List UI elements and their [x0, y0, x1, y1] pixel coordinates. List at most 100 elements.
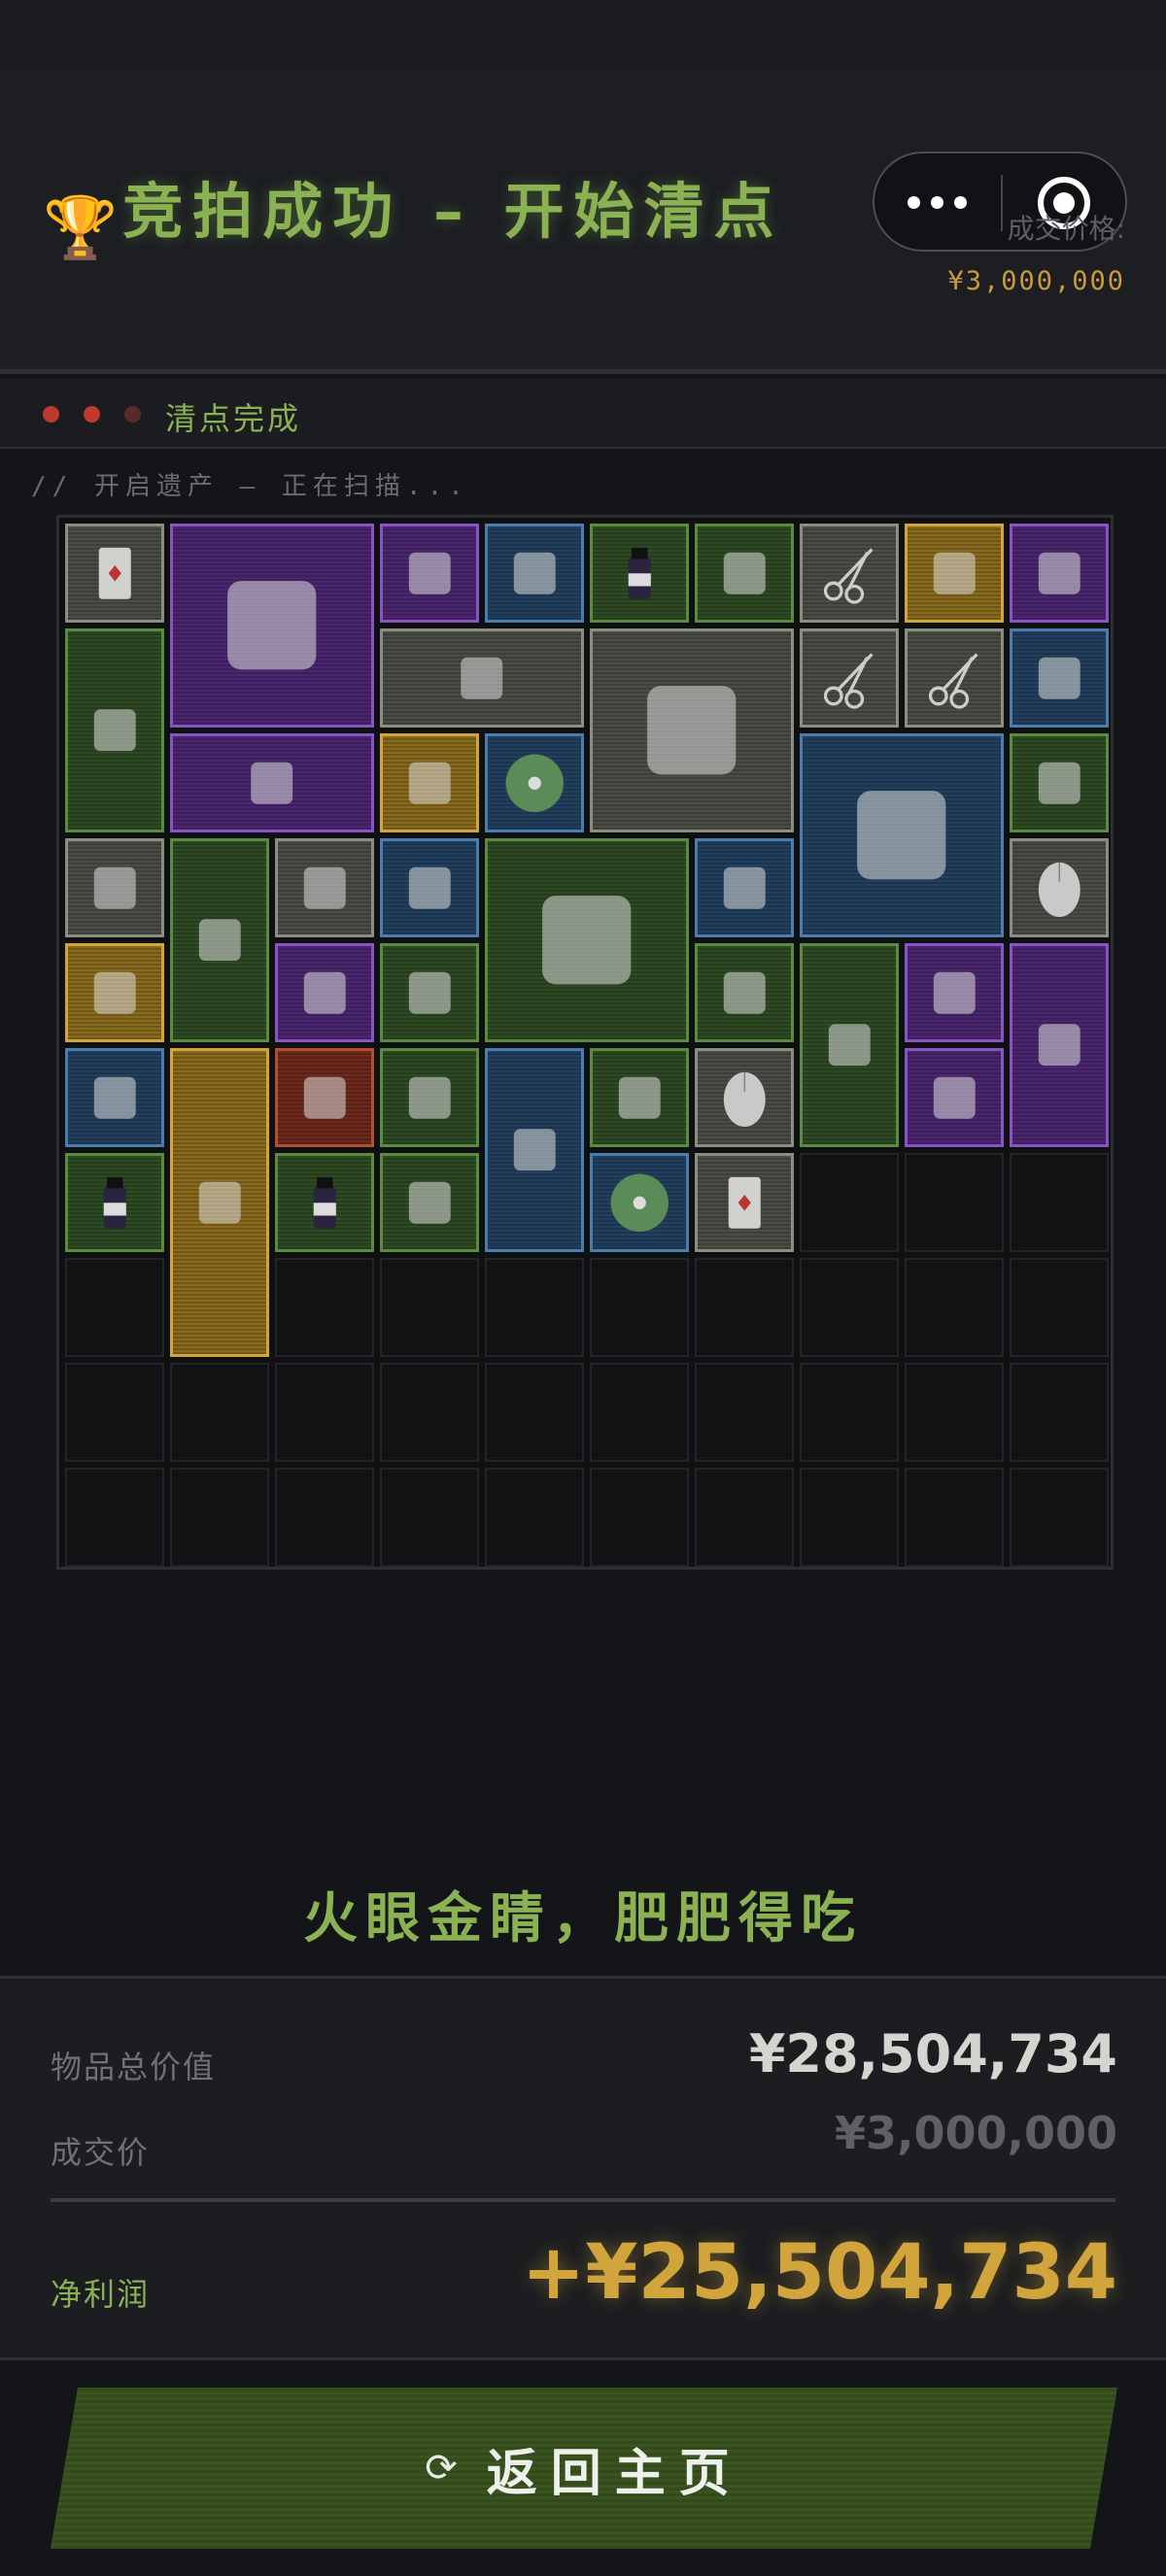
summary-divider — [51, 2198, 1115, 2202]
grid-cell — [1010, 1468, 1109, 1567]
item-scissors[interactable] — [905, 628, 1004, 728]
soda-can-icon — [93, 1076, 136, 1119]
item-power-bank[interactable] — [380, 838, 479, 937]
item-snack-bar[interactable] — [905, 1048, 1004, 1147]
item-wrench[interactable] — [380, 1153, 479, 1252]
item-computer-mouse[interactable] — [695, 1048, 794, 1147]
item-candle-box[interactable] — [590, 628, 794, 832]
grid-cell — [380, 1363, 479, 1462]
item-earrings[interactable] — [275, 943, 374, 1042]
total-value-label: 物品总价值 — [51, 2049, 217, 2085]
grid-cell — [275, 1468, 374, 1567]
earrings-icon — [303, 971, 346, 1014]
item-usb-drive[interactable] — [485, 524, 584, 623]
chip-card-icon — [933, 971, 976, 1014]
grid-cell — [800, 1153, 899, 1252]
deal-price-label: 成交价格: — [1007, 213, 1125, 245]
status-dot — [43, 406, 59, 423]
item-vr-part[interactable] — [380, 733, 479, 832]
medicine-bottle-icon — [313, 1176, 336, 1229]
silver-coin-icon — [93, 971, 136, 1014]
return-home-button[interactable]: ⟳ 返回主页 — [51, 2388, 1117, 2549]
wrench-icon — [408, 1181, 451, 1224]
item-hammer[interactable] — [380, 628, 584, 728]
item-battery-pack[interactable] — [695, 524, 794, 623]
magazine-icon — [542, 896, 632, 985]
snack-bar-icon — [933, 1076, 976, 1119]
grid-cell — [65, 1468, 164, 1567]
grid-cell — [380, 1468, 479, 1567]
item-horn-necklace[interactable] — [170, 733, 374, 832]
item-spirit-level[interactable] — [800, 943, 899, 1147]
item-crystal-ball[interactable] — [275, 1048, 374, 1147]
scan-status-text: // 开启遗产 – 正在扫描... — [31, 472, 469, 501]
item-folding-knife[interactable] — [380, 524, 479, 623]
item-scissors[interactable] — [800, 628, 899, 728]
header: 🏆 竞拍成功 – 开始清点 成交价格: ¥3,000,000 — [0, 0, 1166, 374]
item-medicine-bottle[interactable] — [65, 1153, 164, 1252]
page-title: 竞拍成功 – 开始清点 — [122, 176, 784, 247]
grid-cell — [590, 1363, 689, 1462]
item-lantern[interactable] — [1010, 943, 1109, 1147]
item-lighter[interactable] — [695, 943, 794, 1042]
horn-necklace-icon — [251, 762, 293, 804]
grid-cell — [905, 1468, 1004, 1567]
usb-drive-icon — [513, 552, 556, 594]
hammer-icon — [461, 657, 503, 699]
grid-cell — [905, 1153, 1004, 1252]
item-protein-bar[interactable] — [1010, 733, 1109, 832]
medicine-bottle-icon — [103, 1176, 126, 1229]
folding-knife-icon — [408, 552, 451, 594]
item-medicine-bottle[interactable] — [275, 1153, 374, 1252]
item-match-box[interactable] — [695, 838, 794, 937]
item-cloth[interactable] — [275, 838, 374, 937]
item-glass-tube[interactable] — [170, 1048, 269, 1357]
item-leather-wallet[interactable] — [170, 838, 269, 1042]
item-motherboard[interactable] — [170, 524, 374, 728]
glass-tube-icon — [198, 1181, 241, 1224]
gas-cylinder-icon — [857, 791, 946, 880]
item-soda-can[interactable] — [65, 1048, 164, 1147]
grid-cell — [800, 1258, 899, 1357]
ornate-dagger-icon — [1038, 552, 1080, 594]
medicine-bottle-icon — [628, 547, 651, 599]
battery-pack-icon — [723, 552, 766, 594]
grid-cell — [590, 1258, 689, 1357]
item-gas-cylinder[interactable] — [800, 733, 1004, 937]
item-cd-disc[interactable] — [590, 1153, 689, 1252]
item-stethoscope[interactable] — [485, 1048, 584, 1252]
9v-battery-icon — [408, 1076, 451, 1119]
grid-cell — [275, 1258, 374, 1357]
grid-cell — [65, 1363, 164, 1462]
computer-mouse-icon — [723, 1071, 766, 1127]
djembe-drum-icon — [93, 709, 136, 752]
vr-part-icon — [408, 762, 451, 804]
item-rolled-map[interactable] — [590, 1048, 689, 1147]
status-dot — [124, 406, 141, 423]
item-djembe-drum[interactable] — [65, 628, 164, 832]
deal-price-label: 成交价 — [51, 2134, 151, 2171]
item-playing-card[interactable] — [65, 524, 164, 623]
grid-cell — [65, 1258, 164, 1357]
item-cpu-cooler[interactable] — [65, 838, 164, 937]
more-dots-icon[interactable] — [908, 179, 970, 221]
item-medicine-bottle[interactable] — [590, 524, 689, 623]
item-cd-disc[interactable] — [485, 733, 584, 832]
stethoscope-icon — [513, 1129, 556, 1171]
item-pocket-watch[interactable] — [905, 524, 1004, 623]
item-playing-card[interactable] — [695, 1153, 794, 1252]
item-scissors[interactable] — [800, 524, 899, 623]
phone-icon — [1038, 657, 1080, 699]
grid-cell — [1010, 1363, 1109, 1462]
item-chip-card[interactable] — [905, 943, 1004, 1042]
item-computer-mouse[interactable] — [1010, 838, 1109, 937]
item-ornate-dagger[interactable] — [1010, 524, 1109, 623]
item-9v-battery[interactable] — [380, 1048, 479, 1147]
deal-price-value: ¥3,000,000 — [834, 2107, 1117, 2159]
item-coffee-jar[interactable] — [380, 943, 479, 1042]
item-phone[interactable] — [1010, 628, 1109, 728]
item-magazine[interactable] — [485, 838, 689, 1042]
grid-cell — [800, 1363, 899, 1462]
item-silver-coin[interactable] — [65, 943, 164, 1042]
status-bar: 清点完成 — [0, 379, 1166, 449]
